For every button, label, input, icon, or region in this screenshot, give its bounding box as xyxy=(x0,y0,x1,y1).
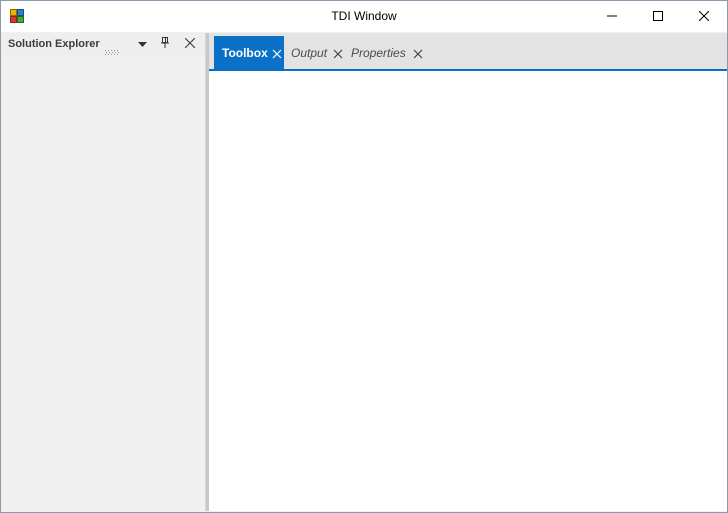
maximize-button[interactable] xyxy=(635,1,681,32)
close-icon[interactable] xyxy=(272,48,282,58)
close-icon xyxy=(698,8,710,26)
document-content[interactable] xyxy=(209,71,727,511)
tab-output[interactable]: Output xyxy=(291,36,343,69)
close-icon xyxy=(184,35,196,53)
pin-button[interactable] xyxy=(157,36,173,52)
tab-properties[interactable]: Properties xyxy=(351,36,423,69)
pane-close-button[interactable] xyxy=(182,36,198,52)
solution-explorer-title: Solution Explorer xyxy=(8,38,100,50)
pin-icon xyxy=(160,35,170,53)
document-tab-strip: Toolbox Output Properties xyxy=(209,33,727,71)
maximize-icon xyxy=(653,8,663,26)
solution-explorer-pane: Solution Explorer xyxy=(2,33,206,511)
tab-toolbox[interactable]: Toolbox xyxy=(214,36,284,69)
document-area: Toolbox Output Properties xyxy=(209,33,727,511)
close-icon[interactable] xyxy=(333,48,343,58)
close-icon[interactable] xyxy=(413,48,423,58)
minimize-icon xyxy=(607,8,617,26)
solution-explorer-header[interactable]: Solution Explorer xyxy=(2,33,205,55)
minimize-button[interactable] xyxy=(589,1,635,32)
close-button[interactable] xyxy=(681,1,727,32)
tab-label: Output xyxy=(291,45,328,60)
tab-label: Toolbox xyxy=(222,45,268,60)
title-bar[interactable]: TDI Window xyxy=(1,1,727,32)
grip-icon[interactable] xyxy=(105,42,121,55)
tdi-window: TDI Window Solution Explorer Toolbox Out… xyxy=(0,0,728,513)
pane-options-button[interactable] xyxy=(134,36,150,52)
chevron-down-icon xyxy=(137,35,147,53)
tab-label: Properties xyxy=(351,45,406,60)
